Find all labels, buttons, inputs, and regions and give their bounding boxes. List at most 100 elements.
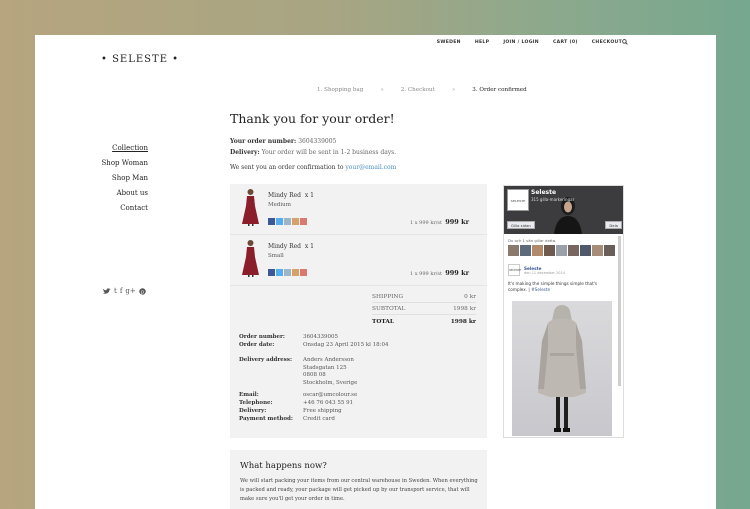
step-checkout[interactable]: 2. Checkout	[401, 87, 435, 93]
facebook-page-name[interactable]: Seleste	[531, 189, 556, 196]
item-price: 999 kr	[445, 269, 469, 277]
avatar[interactable]	[544, 245, 555, 256]
step-shopping-bag[interactable]: 1. Shopping bag	[317, 87, 363, 93]
cart-item: Mindy Red x 1 Medium 1 x 999 kr/st 999 k…	[230, 184, 487, 234]
product-thumbnail[interactable]	[240, 239, 261, 277]
section-text: We will start packing your items from ou…	[240, 478, 478, 502]
like-label: Gilla sidan	[511, 223, 531, 228]
facebook-likers-text: Du och 1 vän gillar detta.	[508, 238, 557, 243]
top-navigation: SWEDEN HELP JOIN / LOGIN CART (0) CHECKO…	[437, 40, 622, 45]
sidebar-item-contact[interactable]: Contact	[88, 201, 148, 216]
divider	[230, 285, 487, 286]
shipping-label: SHIPPING	[372, 293, 404, 300]
nav-help[interactable]: HELP	[475, 40, 489, 45]
delivery-address: Anders Andersson Stadsgatan 125 0808 08 …	[303, 357, 358, 386]
facebook-share-icon[interactable]	[268, 269, 275, 276]
post-text: It's making the simple things simple tha…	[508, 281, 598, 292]
sidebar-item-collection[interactable]: Collection	[88, 141, 148, 156]
pinterest-icon[interactable]: p	[139, 287, 146, 295]
nav-join-login[interactable]: JOIN / LOGIN	[503, 40, 539, 45]
twitter-share-icon[interactable]	[276, 269, 283, 276]
detail-key: Telephone:	[239, 400, 273, 406]
subtotal-value: 1998 kr	[453, 305, 476, 312]
google-plus-icon[interactable]: g+	[125, 287, 135, 295]
section-heading: What happens now?	[240, 461, 327, 471]
avatar[interactable]	[556, 245, 567, 256]
email-link[interactable]: your@email.com	[345, 164, 396, 171]
delivery-label: Delivery:	[230, 149, 260, 156]
avatar[interactable]	[568, 245, 579, 256]
facebook-cover-image[interactable]: SELESTE Seleste 315 gilla-markeringar Gi…	[504, 186, 623, 234]
product-size: Medium	[268, 202, 291, 208]
product-size: Small	[268, 253, 284, 259]
brand-logo[interactable]: • SELESTE •	[101, 54, 179, 65]
total-label: TOTAL	[372, 319, 394, 325]
tumblr-icon[interactable]: t	[114, 287, 117, 295]
share-buttons	[268, 269, 307, 276]
detail-value: Onsdag 23 April 2015 kl 18:04	[303, 342, 389, 348]
product-thumbnail[interactable]	[240, 188, 261, 226]
sidebar-item-about-us[interactable]: About us	[88, 186, 148, 201]
confirmation-text: We sent you an order confirmation to	[230, 164, 344, 171]
detail-key: Delivery address:	[239, 357, 293, 363]
order-totals: SHIPPING 0 kr SUBTOTAL 1998 kr TOTAL 1998 k…	[372, 291, 476, 329]
email-share-icon[interactable]	[292, 218, 299, 225]
step-separator: »	[380, 87, 384, 93]
nav-sweden[interactable]: SWEDEN	[437, 40, 461, 45]
detail-key: Payment method:	[239, 416, 293, 422]
avatar[interactable]	[532, 245, 543, 256]
checkout-steps: 1. Shopping bag » 2. Checkout » 3. Order…	[317, 87, 527, 93]
order-summary-info: Your order number: 3604339005 Delivery: …	[230, 136, 396, 173]
nav-cart[interactable]: CART (0)	[553, 40, 578, 45]
twitter-share-icon[interactable]	[276, 218, 283, 225]
tumblr-share-icon[interactable]	[284, 218, 291, 225]
item-price: 999 kr	[445, 218, 469, 226]
scrollbar[interactable]	[618, 236, 621, 386]
google-share-icon[interactable]	[300, 269, 307, 276]
detail-value: Credit card	[303, 416, 335, 422]
nav-checkout[interactable]: CHECKOUT	[592, 40, 622, 45]
page: • SELESTE • SWEDEN HELP JOIN / LOGIN CAR…	[35, 35, 716, 509]
facebook-page-widget: SELESTE Seleste 315 gilla-markeringar Gi…	[503, 185, 624, 438]
shipping-value: 0 kr	[464, 293, 476, 300]
order-number-label: Your order number:	[230, 138, 297, 145]
detail-value: +46 76 043 55 91	[303, 400, 354, 406]
avatar[interactable]	[520, 245, 531, 256]
product-name: Mindy Red x 1	[268, 243, 314, 250]
avatar[interactable]	[508, 245, 519, 256]
detail-value: oscar@umcolour.se	[303, 392, 358, 398]
step-order-confirmed: 3. Order confirmed	[472, 87, 527, 93]
facebook-icon[interactable]: f	[120, 287, 123, 295]
post-photo[interactable]	[512, 301, 612, 436]
tumblr-share-icon[interactable]	[284, 269, 291, 276]
detail-key: Order date:	[239, 342, 275, 348]
facebook-like-count: 315 gilla-markeringar	[531, 197, 575, 202]
twitter-bird-icon[interactable]	[103, 287, 111, 295]
avatar[interactable]	[580, 245, 591, 256]
facebook-share-button[interactable]: Dela	[605, 221, 622, 229]
total-value: 1998 kr	[450, 319, 476, 325]
cart-item: Mindy Red x 1 Small 1 x 999 kr/st 999 kr	[230, 235, 487, 285]
side-navigation: Collection Shop Woman Shop Man About us …	[88, 141, 148, 216]
post-hashtag[interactable]: #Seleste	[531, 287, 550, 292]
email-share-icon[interactable]	[292, 269, 299, 276]
detail-value: Free shipping	[303, 408, 342, 414]
facebook-post: SELESTE Seleste den 11 december 2014 It'…	[508, 264, 617, 293]
sidebar-item-shop-man[interactable]: Shop Man	[88, 171, 148, 186]
page-title: Thank you for your order!	[230, 111, 395, 126]
facebook-page-logo: SELESTE	[507, 189, 529, 211]
unit-price: 1 x 999 kr/st	[410, 271, 442, 277]
sidebar-item-shop-woman[interactable]: Shop Woman	[88, 156, 148, 171]
product-name: Mindy Red x 1	[268, 192, 314, 199]
facebook-like-button[interactable]: Gilla sidan	[507, 221, 535, 229]
detail-key: Delivery:	[239, 408, 267, 414]
trenchcoat-model-image	[538, 305, 586, 432]
delivery-text: Your order will be sent in 1-2 business …	[261, 149, 397, 156]
facebook-share-icon[interactable]	[268, 218, 275, 225]
avatar[interactable]	[604, 245, 615, 256]
svg-text:p: p	[141, 289, 144, 295]
share-buttons	[268, 218, 307, 225]
avatar[interactable]	[592, 245, 603, 256]
search-icon[interactable]	[622, 39, 628, 45]
google-share-icon[interactable]	[300, 218, 307, 225]
